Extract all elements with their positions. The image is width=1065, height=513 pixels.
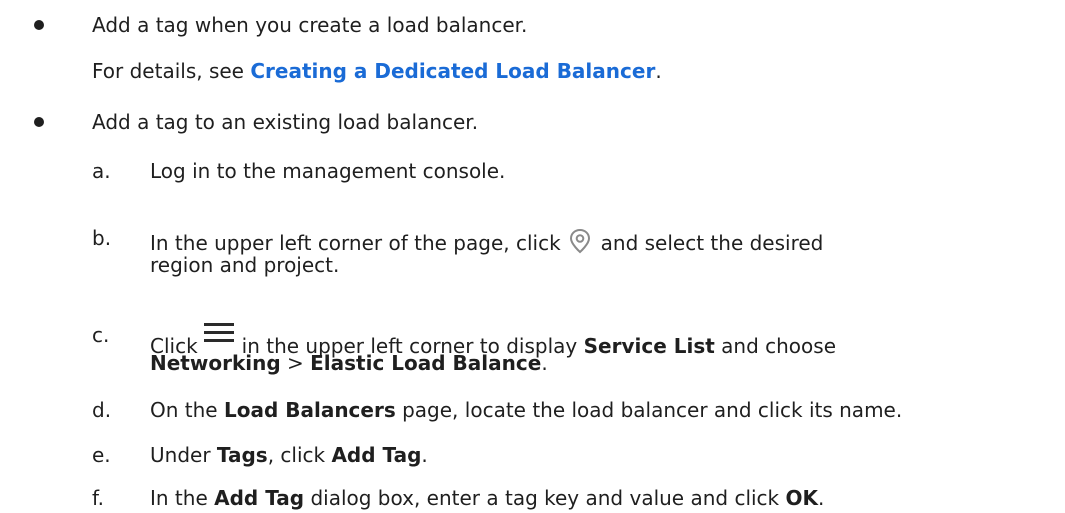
- step-letter: b.: [92, 226, 112, 250]
- step-text: Log in to the management console.: [150, 159, 506, 183]
- step-text-mid: dialog box, enter a tag key and value an…: [310, 486, 780, 510]
- step-text: On the Load Balancers page, locate the l…: [150, 398, 902, 422]
- step-text: In the Add Tag dialog box, enter a tag k…: [150, 486, 824, 510]
- creating-dedicated-load-balancer-link[interactable]: Creating a Dedicated Load Balancer: [250, 59, 655, 83]
- detail-line: For details, see Creating a Dedicated Lo…: [92, 59, 662, 83]
- bullet-point: [34, 20, 44, 30]
- step-letter: e.: [92, 443, 111, 467]
- step-end: .: [541, 351, 548, 375]
- step-text-before: In the: [150, 486, 208, 510]
- step-text-before: On the: [150, 398, 218, 422]
- detail-suffix: .: [655, 59, 662, 83]
- step-text-line2: Networking > Elastic Load Balance.: [150, 351, 548, 375]
- bullet-point: [34, 117, 44, 127]
- step-text-choose: and choose: [721, 334, 836, 358]
- step-text-before: In the upper left corner of the page, cl…: [150, 231, 561, 255]
- networking-label: Networking: [150, 351, 281, 375]
- location-pin-icon: [565, 226, 595, 256]
- add-tag-label: Add Tag: [331, 443, 422, 467]
- hamburger-menu-icon: [203, 323, 234, 343]
- step-text-line2: region and project.: [150, 253, 340, 277]
- ok-label: OK: [785, 486, 819, 510]
- step-text-after: and select the desired: [600, 231, 824, 255]
- path-separator: >: [287, 351, 304, 375]
- step-end: .: [421, 443, 428, 467]
- load-balancers-label: Load Balancers: [223, 398, 396, 422]
- step-text: In the upper left corner of the page, cl…: [150, 226, 823, 256]
- step-letter: d.: [92, 398, 112, 422]
- step-letter: f.: [92, 486, 104, 510]
- list-item-text: Add a tag when you create a load balance…: [92, 13, 528, 37]
- tags-label: Tags: [216, 443, 268, 467]
- step-text: Under Tags, click Add Tag.: [150, 443, 428, 467]
- step-text-after: page, locate the load balancer and click…: [402, 398, 903, 422]
- step-text-mid: , click: [267, 443, 326, 467]
- elastic-load-balance-label: Elastic Load Balance: [310, 351, 542, 375]
- add-tag-dialog-label: Add Tag: [214, 486, 305, 510]
- step-end: .: [818, 486, 825, 510]
- service-list-label: Service List: [583, 334, 715, 358]
- step-letter: c.: [92, 323, 110, 347]
- detail-prefix: For details, see: [92, 59, 251, 83]
- list-item-text: Add a tag to an existing load balancer.: [92, 110, 479, 134]
- step-letter: a.: [92, 159, 111, 183]
- step-text-before: Under: [150, 443, 211, 467]
